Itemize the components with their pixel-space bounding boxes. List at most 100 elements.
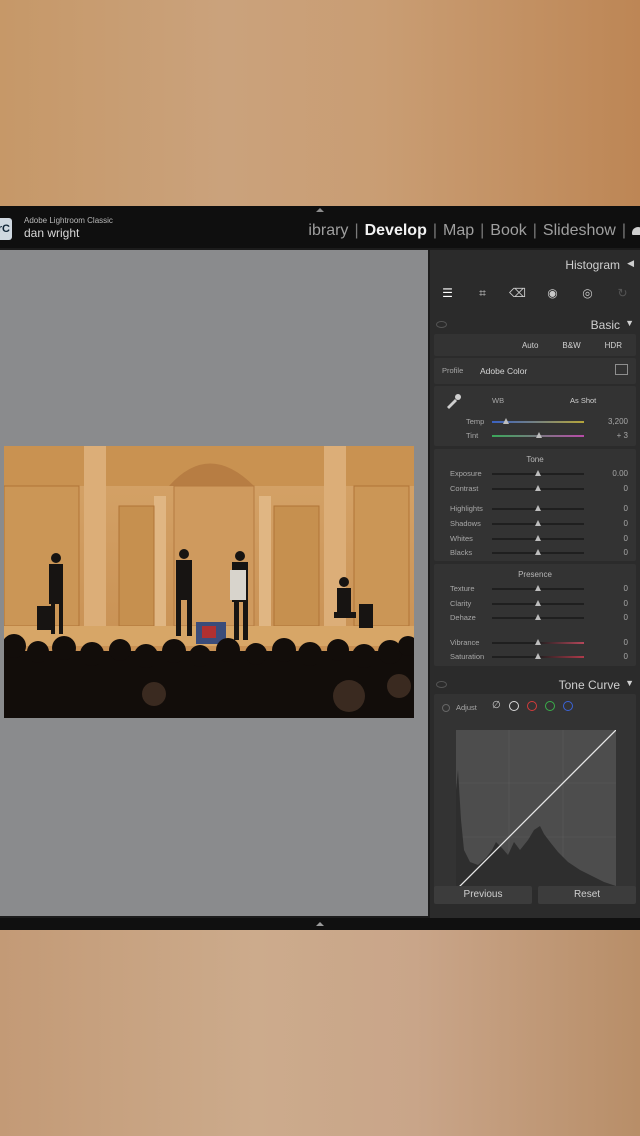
blurred-background-top [0,0,640,206]
slider-thumb[interactable] [535,505,541,511]
slider-label: Vibrance [450,638,480,647]
profile-browser-icon[interactable] [615,364,628,375]
module-library[interactable]: ibrary [302,222,354,240]
slider-thumb[interactable] [535,470,541,476]
red-channel-icon[interactable] [526,701,537,711]
slider-thumb[interactable] [535,535,541,541]
visibility-toggle-icon[interactable] [436,321,447,328]
slider-thumb[interactable] [535,600,541,606]
tone-curve-header[interactable]: Tone Curve ▼ [430,674,640,694]
bw-button[interactable]: B&W [562,341,580,350]
crop-icon[interactable]: ⌗ [473,286,493,301]
wb-label: WB [492,396,505,405]
slider-value[interactable]: 0 [624,504,628,513]
adjustment-slider[interactable] [492,549,584,555]
tint-value[interactable]: + 3 [617,431,628,440]
adjustment-slider[interactable] [492,520,584,526]
profile-select[interactable]: Adobe Color [480,366,527,376]
visibility-toggle-icon[interactable] [436,681,447,688]
adjustment-slider[interactable] [492,485,584,491]
slider-thumb[interactable] [535,549,541,555]
rgb-channel-icon[interactable] [508,701,519,711]
reset-button[interactable]: Reset [538,886,636,904]
wb-select[interactable]: As Shot [570,396,596,405]
collapse-down-icon: ▼ [625,678,634,688]
module-slideshow[interactable]: Slideshow [537,222,622,240]
slider-value[interactable]: 0 [624,599,628,608]
right-panel: Histogram ◀ ☰ ⌗ ⌫ ◉ ◎ ↻ Basic ▼ Auto B&W… [430,250,640,918]
slider-label: Blacks [450,548,473,557]
adjustment-slider[interactable] [492,614,584,620]
tone-curve-section: Adjust ∅ [434,694,636,891]
basic-header[interactable]: Basic ▼ [430,314,640,334]
slider-thumb[interactable] [535,485,541,491]
adjustment-slider[interactable] [492,470,584,476]
green-channel-icon[interactable] [544,701,555,711]
histogram-label: Histogram [565,258,620,272]
adjustment-slider[interactable] [492,585,584,591]
curve-channel-picker: ∅ [492,701,573,711]
slider-value[interactable]: 0 [624,638,628,647]
profile-section: Profile Adobe Color [434,358,636,384]
healing-icon[interactable]: ⌫ [508,286,528,300]
slider-thumb[interactable] [535,585,541,591]
adjustment-slider[interactable] [492,639,584,645]
cloud-sync-icon[interactable] [632,227,640,235]
slider-thumb[interactable] [535,614,541,620]
temp-thumb[interactable] [502,418,509,424]
module-map[interactable]: Map [437,222,480,240]
blurred-background-bottom [0,930,640,1136]
presence-section: Presence Texture 0 Clarity 0 Dehaze 0 Vibrance… [434,564,636,666]
app-name: Adobe Lightroom Classic [24,216,113,225]
adjustment-slider[interactable] [492,600,584,606]
targeted-adjust-icon[interactable] [442,704,450,712]
slider-value[interactable]: 0 [624,584,628,593]
treatment-section: Auto B&W HDR [434,334,636,356]
slider-value[interactable]: 0.00 [612,469,628,478]
tool-strip: ☰ ⌗ ⌫ ◉ ◎ ↻ [430,280,640,306]
photo-canvas[interactable] [0,250,428,916]
slider-thumb[interactable] [535,639,541,645]
slider-value[interactable]: 0 [624,534,628,543]
hdr-button[interactable]: HDR [605,341,622,350]
slider-thumb[interactable] [535,653,541,659]
slider-value[interactable]: 0 [624,613,628,622]
adjustment-slider[interactable] [492,505,584,511]
tint-slider[interactable] [492,432,584,438]
temp-value[interactable]: 3,200 [608,417,628,426]
red-eye-icon[interactable]: ◉ [543,286,563,300]
temp-label: Temp [466,417,485,426]
slider-label: Saturation [450,652,485,661]
adjustment-slider[interactable] [492,535,584,541]
slider-value[interactable]: 0 [624,548,628,557]
tone-curve-graph[interactable] [455,729,617,891]
presets-icon[interactable]: ↻ [613,286,633,300]
module-picker: ibrary | Develop | Map | Book | Slidesho… [302,222,640,240]
parametric-curve-icon[interactable]: ∅ [492,701,501,711]
auto-button[interactable]: Auto [522,341,538,350]
slider-label: Contrast [450,484,479,493]
lightroom-logo: rC [0,218,12,240]
slider-thumb[interactable] [535,520,541,526]
blue-channel-icon[interactable] [562,701,573,711]
filmstrip-toggle-icon[interactable] [316,922,324,926]
module-separator: | [621,222,626,239]
histogram-header[interactable]: Histogram ◀ [430,254,640,274]
concert-photo[interactable] [4,446,414,718]
eyedropper-icon[interactable] [444,392,462,410]
tint-thumb[interactable] [535,432,542,438]
adjustment-slider[interactable] [492,653,584,659]
module-develop[interactable]: Develop [359,222,433,240]
masking-icon[interactable]: ◎ [578,286,598,300]
slider-value[interactable]: 0 [624,652,628,661]
module-book[interactable]: Book [484,222,532,240]
top-panel-toggle-icon[interactable] [316,208,324,212]
previous-button[interactable]: Previous [434,886,532,904]
collapse-down-icon: ▼ [625,318,634,328]
slider-value[interactable]: 0 [624,484,628,493]
edit-sliders-icon[interactable]: ☰ [438,286,458,300]
slider-value[interactable]: 0 [624,519,628,528]
slider-label: Shadows [450,519,481,528]
temp-slider[interactable] [492,418,584,424]
adjust-label: Adjust [456,703,477,712]
